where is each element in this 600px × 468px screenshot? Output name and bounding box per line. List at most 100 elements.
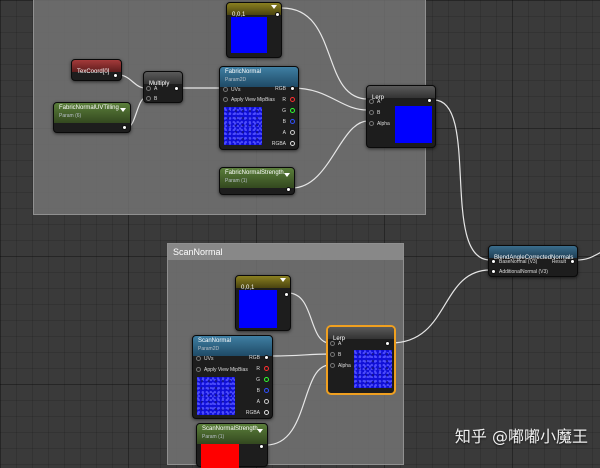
output-pin-g[interactable]	[290, 108, 295, 113]
texture-preview	[197, 377, 235, 415]
output-pin[interactable]	[113, 73, 118, 78]
input-pin-a[interactable]	[330, 341, 335, 346]
output-pin-result[interactable]	[570, 259, 575, 264]
node-title: FabricNormal	[225, 69, 262, 75]
node-subtitle: Param (6)	[59, 113, 82, 119]
input-pin-uvs[interactable]	[223, 87, 228, 92]
node-header: ScanNormalStrength Param (1)	[197, 424, 267, 444]
input-pin-alpha[interactable]	[330, 363, 335, 368]
constant-vector-node-top[interactable]: 0,0,1	[226, 2, 282, 58]
output-pin-r[interactable]	[264, 366, 269, 371]
output-pin[interactable]	[284, 292, 289, 297]
node-header: Lerp	[328, 327, 394, 342]
output-pin-a[interactable]	[290, 130, 295, 135]
output-pin-b[interactable]	[290, 119, 295, 124]
pin-label-result: Result	[551, 259, 566, 265]
output-pin[interactable]	[427, 98, 432, 103]
pin-label-uvs: UVs	[231, 87, 241, 93]
pin-label-rgba: RGBA	[271, 141, 286, 147]
zhihu-watermark: 知乎 @嘟嘟小魔王	[454, 427, 588, 446]
texcoord-node[interactable]: TexCoord[0]	[71, 59, 122, 81]
output-pin-r[interactable]	[290, 97, 295, 102]
pin-label-rgba: RGBA	[245, 410, 260, 416]
input-pin-a[interactable]	[369, 99, 374, 104]
pin-label-b: B	[154, 96, 158, 102]
output-pin-a[interactable]	[264, 399, 269, 404]
chevron-down-icon[interactable]	[280, 278, 286, 282]
color-preview	[201, 444, 239, 468]
result-preview	[395, 106, 432, 143]
input-pin-a[interactable]	[146, 86, 151, 91]
node-header: BlendAngleCorrectedNormals	[489, 246, 577, 261]
output-pin[interactable]	[385, 341, 390, 346]
pin-label-a: A	[377, 99, 381, 105]
output-pin-rgba[interactable]	[290, 141, 295, 146]
node-subtitle: Param2D	[198, 346, 220, 352]
output-pin[interactable]	[259, 444, 264, 449]
fabric-normal-texture-node[interactable]: FabricNormal Param2D UVs Apply View MipB…	[219, 66, 299, 150]
node-header: Lerp	[367, 86, 435, 101]
blend-angle-corrected-normals-node[interactable]: BlendAngleCorrectedNormals BaseNormal (V…	[488, 245, 578, 277]
output-pin[interactable]	[275, 12, 280, 17]
input-pin-mipbias[interactable]	[196, 367, 201, 372]
input-pin-b[interactable]	[330, 352, 335, 357]
result-preview	[354, 350, 392, 388]
output-pin[interactable]	[174, 86, 179, 91]
node-header: FabricNormal Param2D	[220, 67, 298, 87]
output-pin-b[interactable]	[264, 388, 269, 393]
pin-label-alpha: Alpha	[338, 363, 351, 369]
constant-vector-node-scan[interactable]: 0,0,1	[235, 275, 291, 331]
color-preview	[231, 17, 267, 53]
output-pin[interactable]	[286, 187, 291, 192]
output-pin-rgb[interactable]	[290, 86, 295, 91]
lerp-node-top[interactable]: Lerp A B Alpha	[366, 85, 436, 148]
chevron-down-icon[interactable]	[257, 429, 263, 433]
output-pin-rgb[interactable]	[264, 355, 269, 360]
pin-label-base-normal: BaseNormal (V3)	[499, 259, 538, 265]
pin-label-additional-normal: AdditionalNormal (V3)	[499, 269, 548, 275]
chevron-down-icon[interactable]	[120, 108, 126, 112]
fabric-uv-tilling-node[interactable]: FabricNormalUVTilling Param (6)	[53, 102, 131, 133]
output-pin-rgba[interactable]	[264, 410, 269, 415]
lerp-node-scan[interactable]: Lerp A B Alpha	[327, 326, 395, 394]
wire-lerp-scan-to-blend-additional	[390, 269, 491, 344]
node-header: 0,0,1	[227, 3, 281, 18]
wire-blend-result-out	[575, 251, 600, 261]
node-title: ScanNormal	[198, 338, 232, 344]
color-preview	[239, 290, 277, 328]
node-header: FabricNormalStrength Param (1)	[220, 168, 294, 188]
pin-label-r: R	[256, 366, 260, 372]
chevron-down-icon[interactable]	[271, 5, 277, 9]
input-pin-mipbias[interactable]	[223, 97, 228, 102]
wire-lerp-to-blend-base	[433, 99, 491, 261]
pin-label-a: A	[282, 130, 286, 136]
input-pin-b[interactable]	[146, 96, 151, 101]
input-pin-uvs[interactable]	[196, 356, 201, 361]
node-title: Multiply	[149, 81, 170, 87]
node-subtitle: Param2D	[225, 77, 247, 83]
chevron-down-icon[interactable]	[284, 173, 290, 177]
pin-label-g: G	[282, 108, 286, 114]
output-pin[interactable]	[122, 125, 127, 130]
pin-label-a: A	[256, 399, 260, 405]
input-pin-b[interactable]	[369, 110, 374, 115]
node-header: FabricNormalUVTilling Param (6)	[54, 103, 130, 123]
texture-preview	[224, 107, 262, 145]
scan-normal-strength-node[interactable]: ScanNormalStrength Param (1)	[196, 423, 268, 468]
pin-label-mipbias: Apply View MipBias	[204, 367, 248, 373]
fabric-normal-strength-node[interactable]: FabricNormalStrength Param (1)	[219, 167, 295, 195]
pin-label-rgb: RGB	[275, 86, 286, 92]
input-pin-additional-normal[interactable]	[491, 269, 496, 274]
pin-label-b: B	[256, 388, 260, 394]
node-title: TexCoord[0]	[77, 69, 110, 75]
input-pin-alpha[interactable]	[369, 121, 374, 126]
multiply-node[interactable]: Multiply A B	[143, 71, 183, 103]
scan-normal-texture-node[interactable]: ScanNormal Param2D UVs Apply View MipBia…	[192, 335, 273, 419]
output-pin-g[interactable]	[264, 377, 269, 382]
pin-label-r: R	[282, 97, 286, 103]
node-header: 0,0,1	[236, 276, 290, 291]
input-pin-base-normal[interactable]	[491, 259, 496, 264]
pin-label-a: A	[338, 341, 342, 347]
node-header: TexCoord[0]	[72, 60, 121, 75]
node-header: Multiply	[144, 72, 182, 87]
